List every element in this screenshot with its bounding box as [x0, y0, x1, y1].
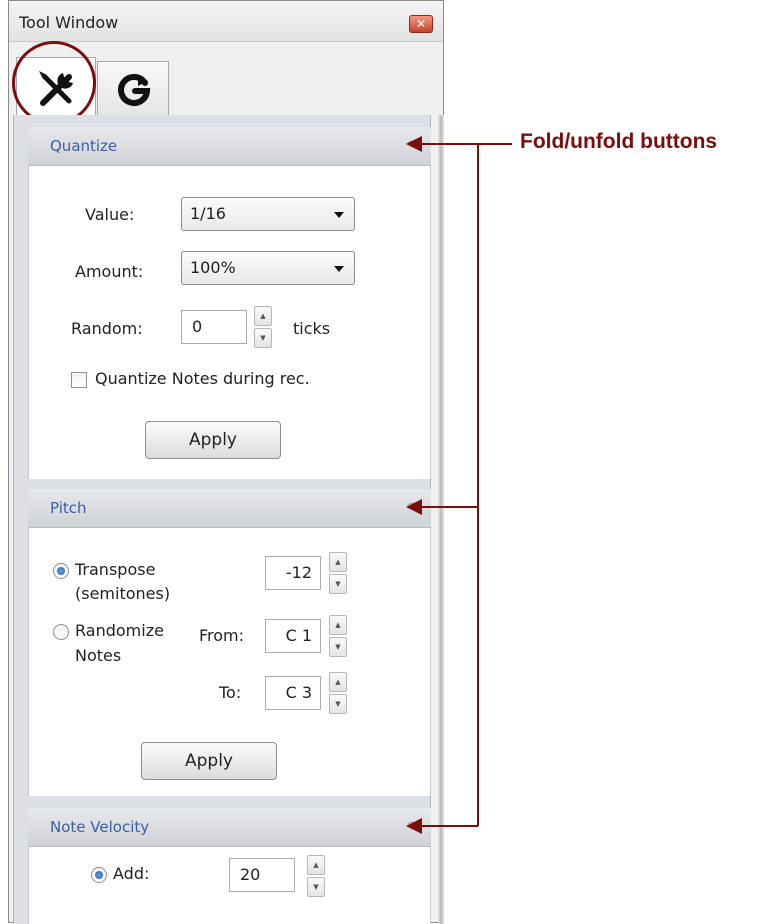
spin-down-icon[interactable]: ▼	[307, 877, 325, 897]
dropdown-arrow-icon	[334, 212, 344, 218]
add-input[interactable]: 20	[229, 858, 295, 892]
dropdown-arrow-icon	[334, 266, 344, 272]
spin-up-icon[interactable]: ▲	[329, 552, 347, 572]
quantize-body: Value: 1/16 Amount: 100% Random: 0 ▲ ▼ t…	[28, 166, 431, 479]
transpose-input[interactable]: -12	[265, 556, 321, 590]
fold-button-pitch[interactable]: ︽	[405, 499, 419, 516]
close-button[interactable]: ✕	[409, 15, 433, 33]
add-radio[interactable]	[91, 867, 107, 883]
value-select[interactable]: 1/16	[181, 197, 355, 231]
add-spinner[interactable]: ▲ ▼	[307, 855, 325, 897]
wrench-screwdriver-icon	[39, 71, 73, 106]
spin-up-icon[interactable]: ▲	[329, 672, 347, 692]
pitch-header[interactable]: Pitch ︽	[28, 489, 431, 528]
randomize-sublabel: Notes	[75, 646, 122, 665]
note-velocity-body: Add: 20 ▲ ▼	[28, 847, 431, 924]
quantize-during-rec-checkbox[interactable]	[71, 372, 87, 388]
pitch-title: Pitch	[50, 499, 87, 517]
random-spinner[interactable]: ▲ ▼	[254, 306, 272, 348]
transpose-radio[interactable]	[53, 563, 69, 579]
spin-down-icon[interactable]: ▼	[329, 574, 347, 594]
window-title: Tool Window	[19, 13, 119, 32]
tool-window: Tool Window ✕ Quantize ︽ Value: 1/16 Amo…	[8, 0, 444, 924]
random-label: Random:	[71, 319, 143, 338]
scrollbar[interactable]	[438, 115, 444, 924]
note-velocity-title: Note Velocity	[50, 818, 150, 836]
transpose-spinner[interactable]: ▲ ▼	[329, 552, 347, 594]
random-unit: ticks	[293, 319, 331, 338]
annotation-label: Fold/unfold buttons	[520, 130, 718, 153]
note-velocity-header[interactable]: Note Velocity ︽	[28, 808, 431, 847]
to-input[interactable]: C 3	[265, 676, 321, 710]
quantize-title: Quantize	[50, 137, 118, 155]
spin-up-icon[interactable]: ▲	[254, 306, 272, 326]
from-input-value: C 1	[285, 626, 312, 645]
transpose-label: Transpose	[75, 560, 156, 579]
spin-down-icon[interactable]: ▼	[329, 694, 347, 714]
refresh-g-icon	[118, 74, 151, 106]
to-spinner[interactable]: ▲ ▼	[329, 672, 347, 714]
panel-area: Quantize ︽ Value: 1/16 Amount: 100% Rand…	[13, 115, 431, 924]
from-spinner[interactable]: ▲ ▼	[329, 615, 347, 657]
quantize-during-rec-label: Quantize Notes during rec.	[95, 369, 310, 388]
amount-select-text: 100%	[190, 258, 236, 277]
spin-down-icon[interactable]: ▼	[329, 637, 347, 657]
fold-button-note-velocity[interactable]: ︽	[405, 818, 419, 835]
quantize-apply-button[interactable]: Apply	[145, 421, 281, 459]
pitch-apply-button[interactable]: Apply	[141, 742, 277, 780]
add-input-value: 20	[240, 865, 261, 884]
transpose-sublabel: (semitones)	[75, 584, 171, 603]
tab-tools[interactable]	[16, 57, 96, 119]
add-label: Add:	[113, 864, 150, 883]
spin-up-icon[interactable]: ▲	[307, 855, 325, 875]
random-input-value: 0	[192, 317, 203, 336]
to-label: To:	[219, 683, 242, 702]
from-input[interactable]: C 1	[265, 619, 321, 653]
from-label: From:	[199, 626, 245, 645]
value-select-text: 1/16	[190, 204, 226, 223]
randomize-radio[interactable]	[53, 624, 69, 640]
to-input-value: C 3	[285, 683, 312, 702]
fold-button-quantize[interactable]: ︽	[405, 137, 419, 154]
value-label: Value:	[85, 205, 135, 224]
random-input[interactable]: 0	[181, 310, 247, 344]
spin-down-icon[interactable]: ▼	[254, 328, 272, 348]
spin-up-icon[interactable]: ▲	[329, 615, 347, 635]
quantize-header[interactable]: Quantize ︽	[28, 127, 431, 166]
transpose-input-value: -12	[285, 563, 312, 582]
tab-snap[interactable]	[97, 61, 169, 115]
pitch-body: Transpose (semitones) -12 ▲ ▼ Randomize …	[28, 528, 431, 796]
amount-label: Amount:	[75, 262, 144, 281]
amount-select[interactable]: 100%	[181, 251, 355, 285]
title-bar[interactable]: Tool Window ✕	[9, 1, 443, 42]
randomize-label: Randomize	[75, 621, 164, 640]
